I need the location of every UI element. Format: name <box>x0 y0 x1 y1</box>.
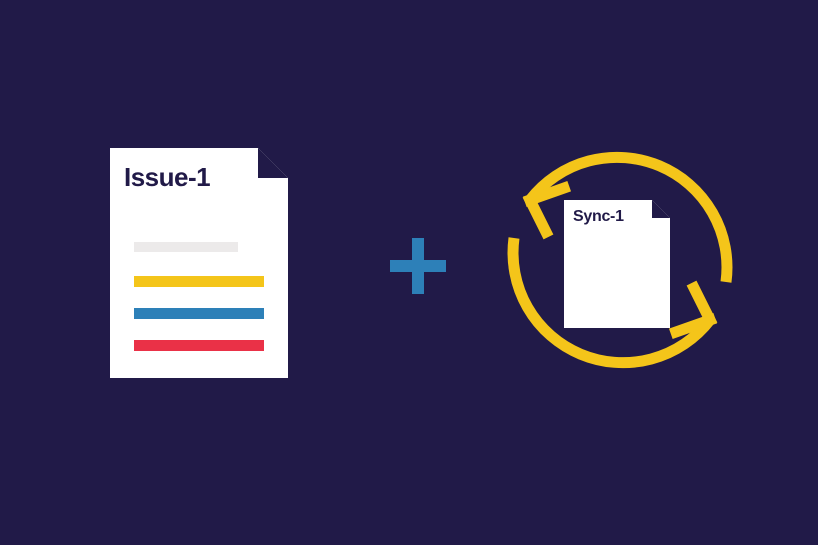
sync-document-title: Sync-1 <box>573 208 624 226</box>
sync-document: Sync-1 <box>564 200 670 328</box>
issue-line-yellow <box>134 276 264 287</box>
page-fold-shadow-icon <box>652 200 670 218</box>
issue-line-red <box>134 340 264 351</box>
issue-line-gray <box>134 242 238 252</box>
issue-document-title: Issue-1 <box>124 162 210 193</box>
plus-icon <box>390 238 446 294</box>
diagram-canvas: Issue-1 Sync-1 <box>0 0 818 545</box>
issue-document: Issue-1 <box>110 148 288 378</box>
page-fold-shadow-icon <box>258 148 288 178</box>
issue-line-blue <box>134 308 264 319</box>
